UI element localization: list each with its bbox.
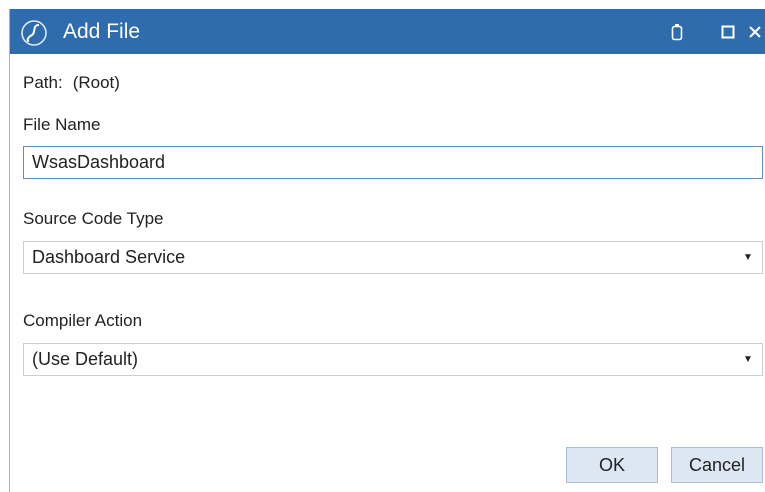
cancel-button[interactable]: Cancel bbox=[671, 447, 763, 483]
ok-button[interactable]: OK bbox=[566, 447, 658, 483]
source-code-type-value: Dashboard Service bbox=[32, 247, 186, 267]
chevron-down-icon[interactable]: ▼ bbox=[738, 354, 758, 365]
window-title: Add File bbox=[63, 20, 141, 43]
file-name-label: File Name bbox=[23, 115, 101, 134]
maximize-icon[interactable] bbox=[717, 20, 739, 44]
source-code-type-select[interactable]: Dashboard Service ▼ bbox=[23, 241, 763, 274]
source-code-type-label: Source Code Type bbox=[23, 209, 164, 228]
app-logo-icon bbox=[20, 19, 48, 47]
restore-icon[interactable] bbox=[666, 20, 688, 44]
compiler-action-value: (Use Default) bbox=[32, 349, 139, 369]
path-value: (Root) bbox=[72, 73, 120, 92]
path-row: Path: (Root) bbox=[23, 73, 120, 93]
path-label: Path: bbox=[23, 73, 63, 92]
compiler-action-label: Compiler Action bbox=[23, 311, 143, 330]
chevron-down-icon[interactable]: ▼ bbox=[738, 252, 758, 263]
file-name-input[interactable] bbox=[23, 146, 763, 179]
add-file-dialog: Add File Path: (Root) File Name Source Co… bbox=[9, 9, 765, 492]
title-bar[interactable]: Add File bbox=[10, 9, 765, 54]
compiler-action-select[interactable]: (Use Default) ▼ bbox=[23, 343, 763, 376]
close-icon[interactable] bbox=[744, 20, 765, 44]
